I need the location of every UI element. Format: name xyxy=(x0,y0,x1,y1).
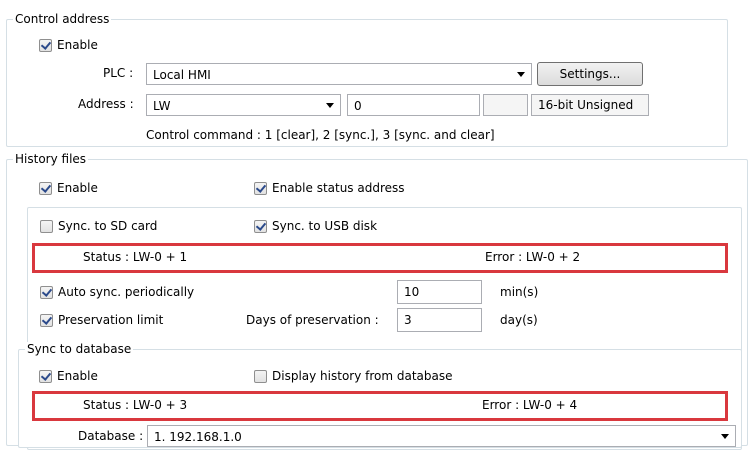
auto-sync-checkbox[interactable] xyxy=(40,286,53,299)
address-number-input[interactable]: 0 xyxy=(347,94,480,116)
dialog-window: { "control_address": { "title": "Control… xyxy=(0,0,754,456)
history-error-text: Error : LW-0 + 2 xyxy=(485,250,581,264)
plc-label: PLC : xyxy=(103,66,134,80)
auto-sync-interval-value: 10 xyxy=(404,285,420,299)
days-of-preservation-value: 3 xyxy=(404,313,412,327)
address-number-value: 0 xyxy=(354,99,362,113)
control-enable-checkbox[interactable] xyxy=(39,39,52,52)
history-enable-label: Enable xyxy=(57,181,98,195)
control-address-title: Control address xyxy=(13,12,112,26)
history-files-title: History files xyxy=(13,152,89,166)
control-enable-label: Enable xyxy=(57,38,98,52)
database-error-text: Error : LW-0 + 4 xyxy=(482,398,578,412)
history-status-text: Status : LW-0 + 1 xyxy=(83,250,188,264)
address-label: Address : xyxy=(78,97,134,111)
database-status-text: Status : LW-0 + 3 xyxy=(83,398,188,412)
data-format-field: 16-bit Unsigned xyxy=(531,94,649,116)
history-enable-checkbox[interactable] xyxy=(39,182,52,195)
auto-sync-label: Auto sync. periodically xyxy=(58,285,195,299)
chevron-down-icon xyxy=(517,72,525,77)
days-unit: day(s) xyxy=(500,313,538,327)
plc-select[interactable]: Local HMI xyxy=(146,63,532,85)
chevron-down-icon xyxy=(326,103,334,108)
database-select-value: 1. 192.168.1.0 xyxy=(154,430,242,444)
enable-status-address-checkbox[interactable] xyxy=(254,182,267,195)
database-enable-label: Enable xyxy=(57,369,98,383)
display-history-label: Display history from database xyxy=(272,369,453,383)
address-device-value: LW xyxy=(153,99,171,113)
database-label: Database : xyxy=(78,429,144,443)
auto-sync-unit: min(s) xyxy=(500,285,539,299)
database-select[interactable]: 1. 192.168.1.0 xyxy=(147,425,736,447)
preservation-limit-label: Preservation limit xyxy=(58,313,164,327)
address-extra-field xyxy=(483,94,528,116)
database-enable-checkbox[interactable] xyxy=(39,370,52,383)
chevron-down-icon xyxy=(721,434,729,439)
auto-sync-interval-input[interactable]: 10 xyxy=(397,280,482,304)
days-of-preservation-input[interactable]: 3 xyxy=(397,308,482,332)
display-history-checkbox[interactable] xyxy=(254,370,267,383)
control-command-text: Control command : 1 [clear], 2 [sync.], … xyxy=(146,128,495,142)
sync-database-title: Sync to database xyxy=(25,342,134,356)
sync-sd-card-checkbox[interactable] xyxy=(40,220,53,233)
plc-select-value: Local HMI xyxy=(153,68,211,82)
enable-status-address-label: Enable status address xyxy=(272,181,405,195)
sync-usb-disk-label: Sync. to USB disk xyxy=(272,219,378,233)
sync-usb-disk-checkbox[interactable] xyxy=(254,220,267,233)
days-of-preservation-label: Days of preservation : xyxy=(246,313,379,327)
settings-button[interactable]: Settings... xyxy=(537,62,643,86)
sync-sd-card-label: Sync. to SD card xyxy=(58,219,158,233)
address-device-select[interactable]: LW xyxy=(146,94,341,116)
preservation-limit-checkbox[interactable] xyxy=(40,314,53,327)
data-format-value: 16-bit Unsigned xyxy=(538,98,634,112)
